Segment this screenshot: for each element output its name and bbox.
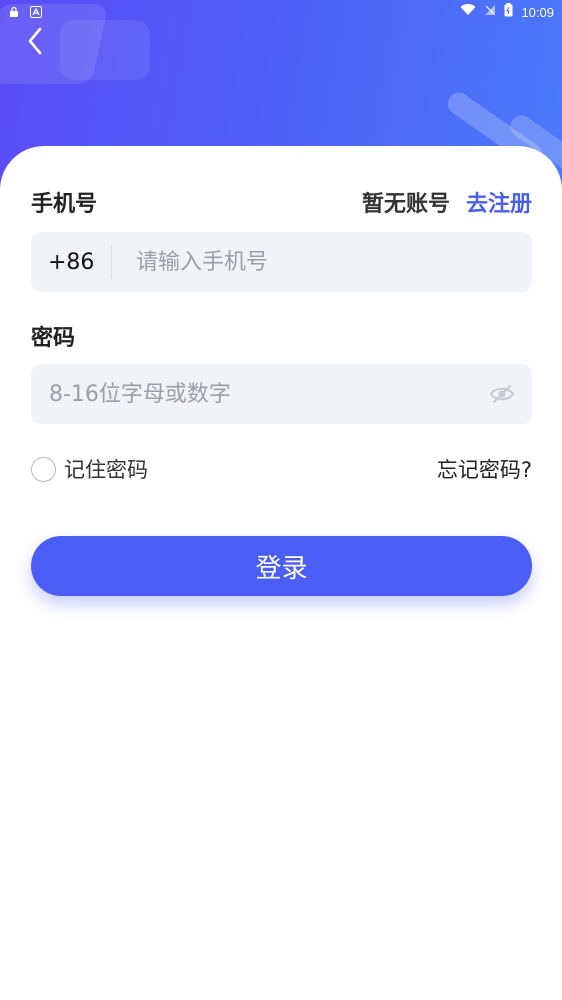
back-button[interactable] — [20, 27, 50, 59]
no-account-text: 暂无账号 — [361, 192, 450, 217]
remember-password-label: 记住密码 — [64, 458, 148, 482]
battery-icon — [504, 3, 513, 21]
password-input[interactable] — [31, 381, 488, 407]
register-link[interactable]: 去注册 — [466, 186, 532, 218]
remember-password-checkbox[interactable]: 记住密码 — [31, 454, 148, 484]
eye-off-icon[interactable] — [488, 380, 516, 408]
password-label: 密码 — [31, 326, 76, 351]
status-bar: 10:09 — [0, 0, 562, 24]
no-signal-icon — [484, 4, 496, 20]
lock-icon — [8, 6, 20, 18]
phone-input[interactable] — [136, 249, 532, 275]
password-field — [31, 364, 532, 424]
register-hint: 暂无账号 去注册 — [362, 186, 532, 218]
a-notification-icon — [30, 6, 42, 18]
decorative-shape — [60, 20, 150, 80]
field-divider — [111, 245, 112, 279]
wifi-icon — [460, 4, 476, 20]
phone-label: 手机号 — [31, 192, 98, 217]
chevron-left-icon — [27, 27, 43, 59]
checkbox-circle[interactable] — [31, 456, 56, 482]
login-card: 手机号 暂无账号 去注册 +86 密码 记住密码 忘记密码? 登录 — [0, 146, 562, 1000]
status-time: 10:09 — [521, 4, 554, 20]
country-code[interactable]: +86 — [31, 250, 111, 275]
phone-field: +86 — [31, 232, 532, 292]
forgot-password-link[interactable]: 忘记密码? — [437, 454, 532, 484]
login-button[interactable]: 登录 — [31, 536, 532, 596]
